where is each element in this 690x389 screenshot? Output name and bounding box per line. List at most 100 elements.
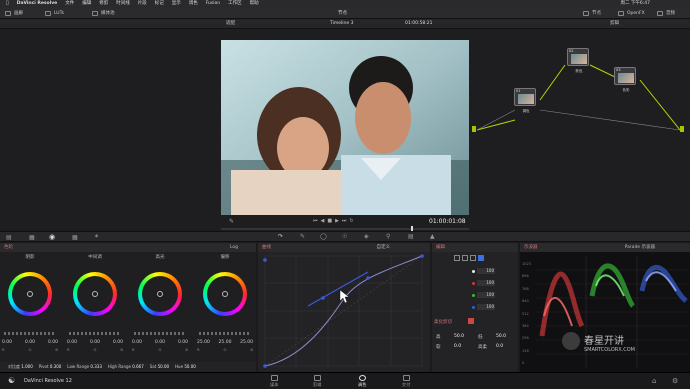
pen-tool-icon[interactable]: ✎: [229, 218, 234, 225]
midtones-master-slider[interactable]: [69, 332, 121, 335]
scrubber-track[interactable]: [221, 228, 469, 230]
wheel-label-midtones: 中间调: [88, 255, 102, 260]
link-b-button[interactable]: [478, 255, 484, 261]
video-viewer[interactable]: [221, 40, 469, 215]
curve-editor[interactable]: [258, 252, 430, 372]
shadows-wheel[interactable]: [8, 272, 52, 316]
mixer-row-luma[interactable]: 100: [472, 268, 495, 274]
menu-trim[interactable]: 修剪: [99, 0, 108, 8]
low-range-control[interactable]: Low Range 0.333: [67, 362, 102, 372]
link-r-button[interactable]: [462, 255, 468, 261]
mixer-row-green[interactable]: 100: [472, 292, 495, 298]
openfx-button[interactable]: OpenFX: [618, 8, 645, 19]
shadows-master-slider[interactable]: [4, 332, 56, 335]
curve-point-mid[interactable]: [321, 296, 325, 300]
tab-edit[interactable]: 剪辑: [313, 375, 321, 388]
settings-icon[interactable]: ⚙: [672, 377, 678, 385]
highlights-master-slider[interactable]: [134, 332, 186, 335]
home-icon[interactable]: ⌂: [652, 377, 656, 385]
output-node-handle[interactable]: [680, 126, 684, 132]
curve-edit-panel: 100 100 100 100 柔化剪切 高 50.0 低 50.0 软 0.0…: [432, 252, 518, 372]
tracker-icon[interactable]: ☉: [342, 233, 347, 240]
link-g-button[interactable]: [470, 255, 476, 261]
apple-icon[interactable]: : [6, 0, 9, 8]
curves-mode-dropdown[interactable]: 自定义: [377, 243, 391, 252]
sizing-icon[interactable]: ▤: [408, 233, 414, 240]
system-clock: 周二 下午6:47: [620, 1, 650, 6]
menu-mark[interactable]: 标记: [155, 0, 164, 8]
node-03[interactable]: 03 色彩: [614, 67, 636, 92]
hue-control[interactable]: Hue 50.00: [175, 362, 196, 372]
mixer-row-red[interactable]: 100: [472, 280, 495, 286]
menu-fusion[interactable]: Fusion: [206, 0, 220, 8]
offset-master-slider[interactable]: [199, 332, 251, 335]
soft-low-value[interactable]: 50.0: [496, 334, 506, 339]
saturation-control[interactable]: Sat 50.00: [150, 362, 169, 372]
contrast-control[interactable]: 对比度 1.000: [8, 362, 33, 372]
soft-high-label: 高: [436, 335, 441, 340]
app-menu[interactable]: DaVinci Resolve: [17, 0, 58, 8]
curve-point-high[interactable]: [366, 276, 370, 280]
motion-effects-icon[interactable]: ✶: [94, 233, 99, 240]
midtones-channel-letters: RGB: [67, 347, 123, 352]
soft-high-value[interactable]: 50.0: [454, 334, 464, 339]
channel-link-buttons[interactable]: [454, 255, 484, 261]
node-02[interactable]: 02 肤色: [567, 48, 589, 73]
input-node-handle[interactable]: [472, 126, 476, 132]
node-01[interactable]: 01 调色: [514, 88, 536, 113]
tab-media[interactable]: 媒体: [270, 375, 278, 388]
curve-point-white[interactable]: [420, 254, 424, 258]
color-match-icon[interactable]: ▦: [29, 234, 35, 241]
node-mode-dropdown[interactable]: 剪辑: [610, 19, 619, 29]
offset-wheel[interactable]: [203, 272, 247, 316]
curves-icon[interactable]: ↷: [278, 233, 283, 240]
audio-button[interactable]: 音频: [657, 8, 675, 19]
nodes-button[interactable]: 节点: [583, 8, 601, 19]
shadows-channel-letters: RGB: [2, 347, 58, 352]
link-y-button[interactable]: [454, 255, 460, 261]
luts-button[interactable]: LUTs: [45, 8, 64, 19]
key-icon[interactable]: ⚲: [386, 233, 390, 240]
playback-controls[interactable]: ⏮◀■▶⏭↻: [313, 218, 357, 224]
blur-icon[interactable]: ◈: [364, 233, 369, 240]
soft-clip-red-button[interactable]: [468, 318, 474, 324]
soft-high-soft-label: 高柔: [478, 345, 487, 350]
wheel-label-offset: 偏移: [220, 255, 230, 260]
tab-color[interactable]: 调色: [358, 375, 366, 388]
scope-mode-dropdown[interactable]: Parade 示波器: [625, 243, 655, 252]
menu-help[interactable]: 帮助: [250, 0, 259, 8]
curve-point-black[interactable]: [263, 364, 267, 368]
gallery-button[interactable]: 画廊: [5, 8, 23, 19]
soft-high-soft-value[interactable]: 0.0: [496, 344, 503, 349]
power-window-icon[interactable]: ◯: [320, 233, 327, 240]
menu-timeline[interactable]: 时间线: [116, 0, 130, 8]
3d-icon[interactable]: ▲: [430, 233, 435, 240]
curve-point-ref[interactable]: [263, 258, 267, 262]
tab-deliver[interactable]: 交付: [402, 375, 410, 388]
media-pool-button[interactable]: 媒体池: [92, 8, 115, 19]
menu-color[interactable]: 调色: [189, 0, 198, 8]
timeline-dropdown[interactable]: Timeline 3: [330, 19, 353, 29]
scope-header: 示波器 Parade 示波器: [520, 243, 690, 252]
qualifier-icon[interactable]: ✎: [300, 233, 305, 240]
menu-workspace[interactable]: 工作区: [228, 0, 242, 8]
midtones-wheel[interactable]: [73, 272, 117, 316]
pivot-control[interactable]: Pivot 0.300: [39, 362, 62, 372]
wheel-handle[interactable]: [157, 291, 163, 297]
rgb-mixer-icon[interactable]: ▦: [72, 234, 78, 241]
menu-clip[interactable]: 片段: [138, 0, 147, 8]
wheel-handle[interactable]: [222, 291, 228, 297]
wheel-handle[interactable]: [92, 291, 98, 297]
highlights-wheel[interactable]: [138, 272, 182, 316]
color-wheels-icon[interactable]: ◉: [49, 233, 55, 241]
wheels-mode-dropdown[interactable]: Log: [230, 243, 238, 252]
zoom-dropdown[interactable]: 适配: [226, 19, 235, 29]
menu-file[interactable]: 文件: [65, 0, 74, 8]
mixer-row-blue[interactable]: 100: [472, 304, 495, 310]
high-range-control[interactable]: High Range 0.667: [108, 362, 144, 372]
menu-view[interactable]: 显示: [172, 0, 181, 8]
camera-raw-icon[interactable]: ▤: [6, 234, 12, 241]
wheel-handle[interactable]: [27, 291, 33, 297]
menu-edit[interactable]: 编辑: [82, 0, 91, 8]
soft-soft-value[interactable]: 0.0: [454, 344, 461, 349]
